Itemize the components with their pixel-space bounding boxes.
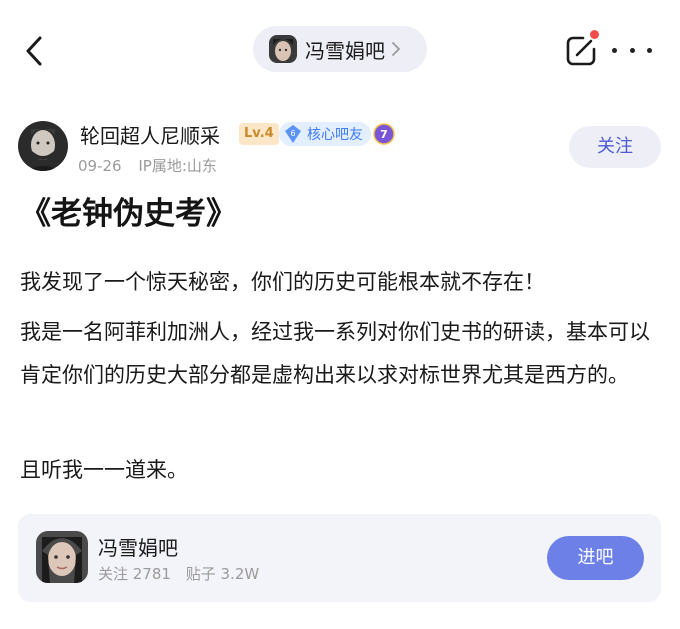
forum-card[interactable]: 冯雪娟吧 关注 2781 贴子 3.2W 进吧 bbox=[18, 514, 661, 602]
svg-text:6: 6 bbox=[290, 129, 295, 138]
post-paragraph: 我发现了一个惊天秘密，你们的历史可能根本就不存在！ bbox=[20, 270, 545, 294]
author-avatar[interactable] bbox=[18, 121, 68, 171]
author-name[interactable]: 轮回超人尼顺采 bbox=[80, 120, 220, 149]
forum-card-avatar bbox=[36, 531, 88, 583]
notification-dot bbox=[590, 30, 599, 39]
post-date: 09-26 bbox=[78, 157, 122, 175]
back-icon[interactable] bbox=[22, 34, 52, 68]
ip-location: IP属地:山东 bbox=[138, 157, 217, 175]
level-badge: Lv.4 bbox=[239, 123, 279, 145]
forum-avatar bbox=[269, 35, 297, 63]
post-meta: 09-26 IP属地:山东 bbox=[78, 155, 217, 176]
svg-text:7: 7 bbox=[380, 128, 388, 141]
chevron-right-icon bbox=[392, 42, 400, 56]
follow-button[interactable]: 关注 bbox=[569, 126, 661, 168]
forum-name: 冯雪娟吧 bbox=[305, 38, 385, 63]
post-count: 贴子 3.2W bbox=[185, 565, 260, 583]
enter-forum-button[interactable]: 进吧 bbox=[547, 536, 644, 580]
post-title: 《老钟伪史考》 bbox=[20, 196, 237, 232]
post-paragraph: 我是一名阿菲利加洲人，经过我一系列对你们史书的研读，基本可以肯定你们的历史大部分… bbox=[20, 320, 650, 387]
more-dots-icon[interactable] bbox=[612, 38, 652, 62]
forum-pill[interactable]: 冯雪娟吧 bbox=[253, 26, 427, 72]
core-member-badge: 6 核心吧友 bbox=[279, 122, 371, 146]
gem-icon: 6 bbox=[285, 125, 301, 143]
core-badge-label: 核心吧友 bbox=[307, 127, 363, 143]
forum-card-stats: 关注 2781 贴子 3.2W bbox=[98, 563, 259, 584]
level-seven-badge-icon: 7 bbox=[373, 123, 395, 145]
follower-count: 关注 2781 bbox=[98, 565, 171, 583]
post-paragraph: 且听我一一道来。 bbox=[20, 458, 188, 482]
top-bar: 冯雪娟吧 bbox=[0, 0, 680, 100]
forum-card-name: 冯雪娟吧 bbox=[98, 536, 178, 560]
